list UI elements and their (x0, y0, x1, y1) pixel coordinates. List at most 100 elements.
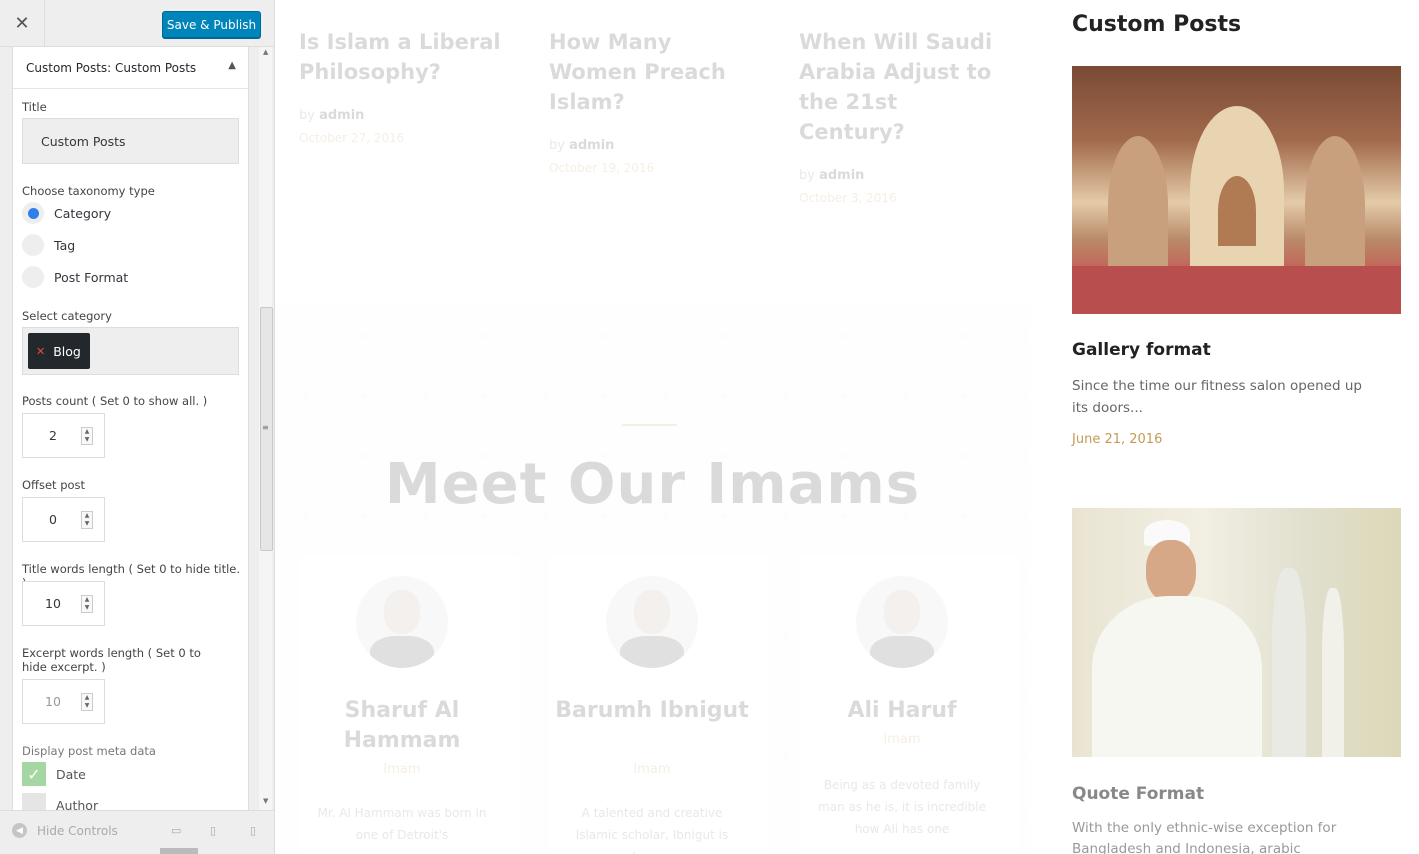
meta-date-checkbox[interactable]: ✓ Date (22, 762, 86, 786)
imam-card: Barumh Ibnigut Imam A talented and creat… (549, 556, 769, 854)
widget-post-excerpt: With the only ethnic-wise exception for … (1072, 820, 1337, 854)
post-title[interactable]: When Will Saudi Arabia Adjust to the 21s… (799, 27, 1004, 147)
offset-value: 0 (49, 512, 57, 527)
avatar (356, 576, 448, 668)
imam-name[interactable]: Barumh Ibnigut (549, 696, 755, 726)
checkmark-icon[interactable]: ✓ (22, 762, 46, 786)
offset-stepper[interactable]: 0 ▲ ▼ (22, 497, 105, 542)
post-byline: by admin (549, 138, 614, 153)
remove-icon[interactable]: ✕ (36, 345, 45, 358)
radio-checked-icon[interactable] (22, 202, 44, 224)
post-author[interactable]: admin (569, 138, 614, 153)
customizer-panel: ✕ Save & Publish Custom Posts: Custom Po… (0, 0, 275, 854)
post-author[interactable]: admin (819, 168, 864, 183)
custom-posts-widget: Custom Posts Gallery format Since the ti… (1030, 0, 1419, 854)
chip-label: Blog (53, 343, 81, 359)
hide-controls-label: Hide Controls (37, 823, 118, 838)
taxonomy-label: Choose taxonomy type (22, 184, 155, 198)
radio-label-post-format: Post Format (54, 269, 129, 285)
section-prefix: Custom Posts: (26, 60, 112, 75)
site-preview: Is Islam a Liberal Philosophy? by admin … (275, 0, 1030, 854)
hide-controls-button[interactable]: ◀ Hide Controls (12, 823, 118, 838)
spinner-icon[interactable]: ▲ ▼ (81, 511, 93, 529)
meta-date-label: Date (56, 766, 86, 782)
post-date: October 3, 2016 (799, 191, 897, 205)
mosque-image[interactable] (1072, 66, 1401, 314)
radio-unchecked-icon[interactable] (22, 266, 44, 288)
title-words-value: 10 (45, 596, 61, 611)
by-label: by (549, 138, 565, 153)
tablet-icon[interactable]: ▯ (210, 824, 224, 837)
widget-form: Custom Posts: Custom Posts ▲ Title Custo… (12, 47, 249, 810)
category-chip: ✕ Blog (28, 333, 90, 369)
widget-post-title[interactable]: Gallery format (1072, 340, 1211, 360)
by-label: by (299, 108, 315, 123)
section-name: Custom Posts (115, 60, 197, 75)
post-author[interactable]: admin (319, 108, 364, 123)
radio-category[interactable]: Category (22, 202, 111, 224)
imam-bio: Mr. Al Hammam was born in one of Detroit… (317, 806, 487, 842)
radio-label-category: Category (54, 205, 112, 221)
radio-tag[interactable]: Tag (22, 234, 75, 256)
radio-post-format[interactable]: Post Format (22, 266, 128, 288)
avatar (606, 576, 698, 668)
excerpt-words-value: 10 (45, 694, 61, 709)
by-label: by (799, 168, 815, 183)
panel-header: ✕ Save & Publish (0, 0, 274, 47)
imam-role: Imam (633, 762, 671, 777)
radio-unchecked-icon[interactable] (22, 234, 44, 256)
post-date: October 27, 2016 (299, 131, 405, 145)
posts-count-label: Posts count ( Set 0 to show all. ) (22, 394, 208, 408)
section-header[interactable]: Custom Posts: Custom Posts ▲ (13, 47, 248, 89)
title-input[interactable]: Custom Posts (22, 118, 239, 164)
meta-author-checkbox[interactable]: Author (22, 793, 98, 810)
imam-role: Imam (883, 732, 921, 747)
posts-count-stepper[interactable]: 2 ▲ ▼ (22, 413, 105, 458)
imam-name[interactable]: Ali Haruf (799, 696, 1005, 726)
imam-bio: Being as a devoted family man as he is, … (817, 778, 987, 836)
close-button[interactable]: ✕ (0, 0, 45, 47)
mobile-icon[interactable]: ▯ (250, 824, 264, 837)
spinner-icon[interactable]: ▲ ▼ (81, 693, 93, 711)
desktop-icon[interactable]: ▭ (171, 824, 185, 837)
post-byline: by admin (799, 168, 864, 183)
grip-icon: ≡ (262, 423, 269, 432)
select-category-label: Select category (22, 309, 112, 323)
imam-bio: A talented and creative Islamic scholar,… (575, 806, 729, 854)
radio-label-tag: Tag (54, 237, 76, 253)
close-icon: ✕ (14, 13, 30, 34)
widget-post-title[interactable]: Quote Format (1072, 784, 1204, 804)
meta-label: Display post meta data (22, 744, 156, 758)
meta-author-label: Author (56, 797, 99, 811)
scroll-up-icon[interactable]: ▲ (263, 48, 268, 56)
scroll-down-icon[interactable]: ▼ (263, 797, 268, 805)
post-date: October 19, 2016 (549, 161, 655, 175)
excerpt-words-label: Excerpt words length ( Set 0 to hide exc… (22, 646, 201, 674)
widget-title: Custom Posts (1072, 12, 1242, 37)
post-title[interactable]: Is Islam a Liberal Philosophy? (299, 27, 504, 87)
customizer-app: ✕ Save & Publish Custom Posts: Custom Po… (0, 0, 1419, 854)
imam-role: Imam (383, 762, 421, 777)
active-device-indicator (160, 848, 198, 854)
widget-post-excerpt: Since the time our fitness salon opened … (1072, 378, 1362, 416)
preview-content: Is Islam a Liberal Philosophy? by admin … (275, 0, 1030, 854)
section-title: Meet Our Imams (384, 452, 921, 517)
category-select[interactable]: ✕ Blog (22, 327, 239, 375)
caret-up-icon[interactable]: ▲ (228, 60, 236, 71)
spinner-icon[interactable]: ▲ ▼ (81, 427, 93, 445)
praying-man-image[interactable] (1072, 508, 1401, 757)
widget-post-date: June 21, 2016 (1072, 432, 1163, 447)
imam-name[interactable]: Sharuf Al Hammam (299, 696, 505, 756)
spinner-icon[interactable]: ▲ ▼ (81, 595, 93, 613)
excerpt-words-stepper[interactable]: 10 ▲ ▼ (22, 679, 105, 724)
save-publish-button[interactable]: Save & Publish (162, 11, 261, 38)
title-words-stepper[interactable]: 10 ▲ ▼ (22, 581, 105, 626)
post-byline: by admin (299, 108, 364, 123)
imam-card: Sharuf Al Hammam Imam Mr. Al Hammam was … (299, 556, 519, 854)
post-title[interactable]: How Many Women Preach Islam? (549, 27, 754, 117)
title-divider (622, 424, 677, 426)
checkbox-icon[interactable] (22, 793, 46, 810)
panel-footer: ◀ Hide Controls ▭ ▯ ▯ (0, 810, 274, 854)
avatar (856, 576, 948, 668)
offset-label: Offset post (22, 478, 86, 492)
